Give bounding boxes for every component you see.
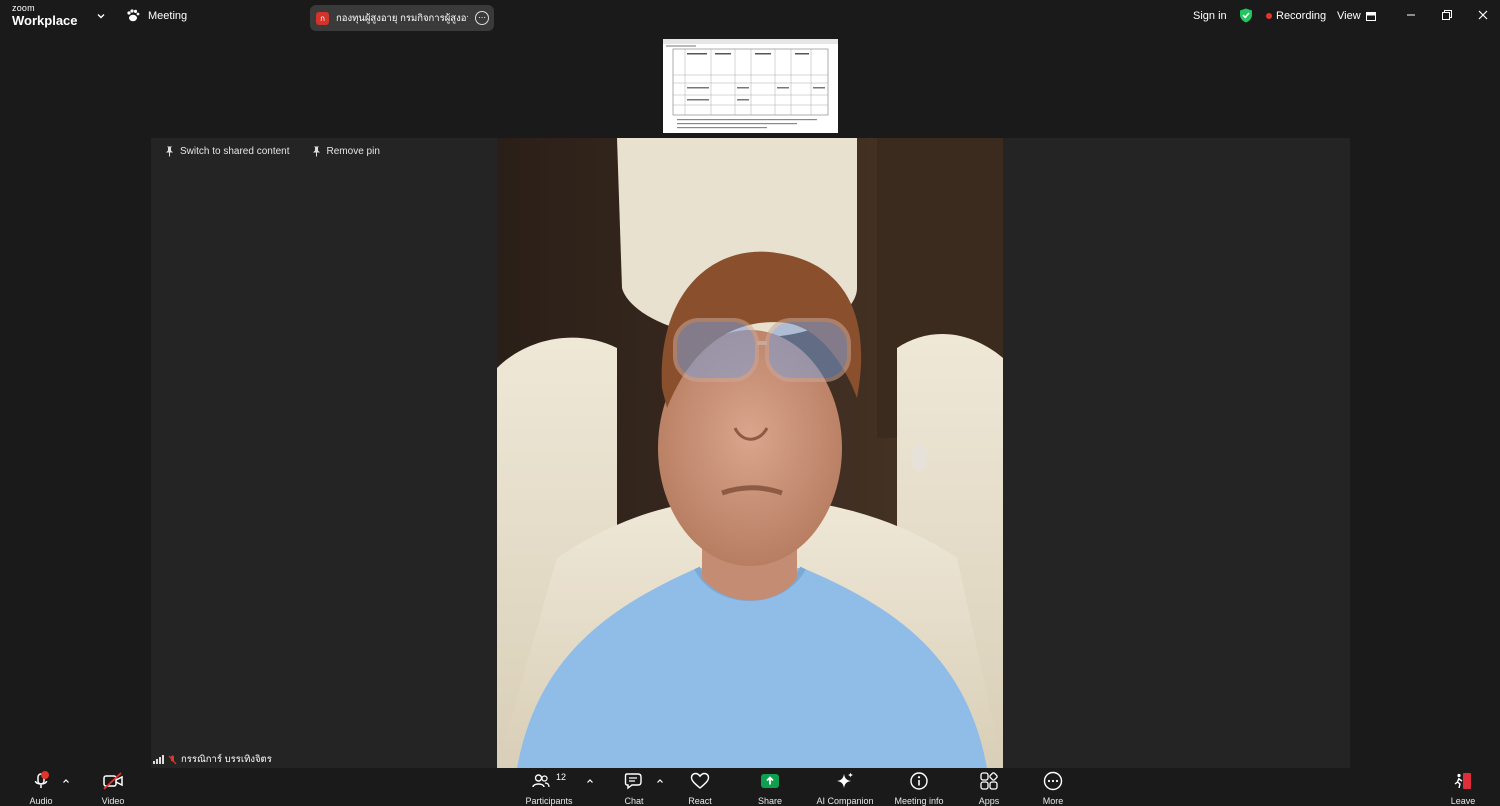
ellipsis-icon[interactable]: ⋯ [475,11,489,25]
video-button[interactable]: Video [96,768,130,806]
recording-dot-icon [1266,13,1272,19]
sparkle-icon [837,772,853,788]
pin-icon [312,146,320,157]
meeting-tab-title: กองทุนผู้สูงอายุ กรมกิจการผู้สูงอายุ's s… [336,12,468,24]
zoom-logo[interactable]: zoom Workplace [12,3,78,28]
audio-label: Audio [29,796,53,806]
shared-content-thumbnail[interactable] [663,39,838,133]
title-bar: zoom Workplace Meeting ก กองทุนผู้สูงอาย… [0,0,1500,34]
chevron-down-icon[interactable] [95,10,107,22]
react-label: React [688,796,712,806]
participants-button[interactable]: 12 Participants [523,768,575,806]
chevron-up-icon[interactable] [62,777,70,785]
video-stage: Switch to shared content Remove pin [151,138,1350,768]
leave-label: Leave [1450,796,1476,806]
switch-to-shared-content-button[interactable]: Switch to shared content [165,146,290,157]
heart-icon [690,772,710,789]
apps-button[interactable]: Apps [973,768,1005,806]
participant-portrait-icon [497,138,1003,768]
microphone-icon [34,771,49,788]
meeting-info-label: Meeting info [894,796,944,806]
share-button[interactable]: Share [754,768,786,806]
chevron-up-icon[interactable] [656,777,664,785]
share-label: Share [757,796,783,806]
more-button[interactable]: More [1037,768,1069,806]
sign-in-link[interactable]: Sign in [1193,10,1227,22]
ai-companion-label: AI Companion [816,796,874,806]
recording-indicator[interactable]: Recording [1266,10,1326,22]
chat-button[interactable]: Chat [618,768,650,806]
close-icon[interactable] [1477,9,1489,21]
info-icon [910,772,928,790]
remove-pin-label: Remove pin [326,146,380,157]
meeting-toolbar: Audio Video 12 Participants Chat React S… [0,768,1500,806]
stage-actions: Switch to shared content Remove pin [165,146,380,157]
apps-icon [980,772,998,790]
logo-line-1: zoom [12,3,35,13]
participants-icon [532,774,550,788]
grid-view-icon [1365,11,1376,21]
signal-strength-icon [153,755,164,764]
logo-line-2: Workplace [12,13,78,28]
ai-companion-button[interactable]: AI Companion [813,768,877,806]
meeting-tab[interactable]: ก กองทุนผู้สูงอายุ กรมกิจการผู้สูงอายุ's… [310,5,494,31]
video-off-icon [103,772,123,790]
participants-count: 12 [555,772,566,782]
react-button[interactable]: React [684,768,716,806]
leave-button[interactable]: Leave [1447,768,1479,806]
paw-icon [127,9,140,22]
view-button[interactable]: View [1337,10,1376,22]
meeting-avatar: ก [316,11,329,25]
audio-button[interactable]: Audio [24,768,58,806]
view-label: View [1337,10,1361,22]
more-icon [1043,771,1063,791]
shield-check-icon[interactable] [1239,8,1253,23]
switch-label: Switch to shared content [180,146,290,157]
pin-icon [166,146,173,157]
meeting-label: Meeting [148,9,188,22]
muted-mic-icon [168,755,177,764]
meeting-info-button[interactable]: Meeting info [891,768,947,806]
chevron-up-icon[interactable] [586,777,594,785]
participant-name-tag: กรรณิการ์ บรรเทิงจิตร [153,752,272,767]
minimize-icon[interactable] [1405,9,1417,21]
leave-door-icon [1454,773,1471,789]
document-table-icon [663,39,838,133]
chat-icon [624,773,642,790]
apps-label: Apps [978,796,1000,806]
video-label: Video [101,796,125,806]
participant-name: กรรณิการ์ บรรเทิงจิตร [181,754,272,765]
share-screen-icon [761,774,779,788]
meeting-menu-button[interactable]: Meeting [126,9,187,22]
participants-label: Participants [525,796,573,806]
restore-icon[interactable] [1441,9,1453,21]
recording-label: Recording [1276,10,1327,22]
remove-pin-button[interactable]: Remove pin [312,146,380,157]
more-label: More [1042,796,1064,806]
chat-label: Chat [624,796,644,806]
participant-video[interactable] [497,138,1003,768]
